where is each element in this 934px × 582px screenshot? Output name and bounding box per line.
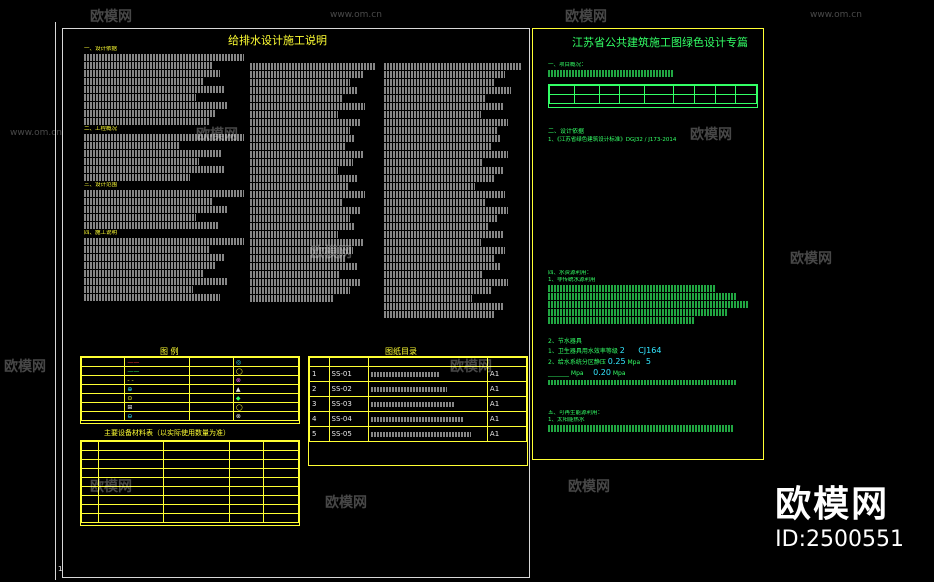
drawing-index-code: SS-02 xyxy=(328,381,369,397)
drawing-index-desc xyxy=(367,411,488,427)
section-item-number: 1 xyxy=(548,417,552,423)
left-sheet-outer-border xyxy=(55,22,57,580)
drawing-index-table: 1 SS-01 A1 2 SS-02 A1 3 SS-03 A1 4 SS-04 A1 5 SS-05 A1 xyxy=(308,356,528,466)
drawing-index-desc xyxy=(367,396,488,412)
watermark-brand-9: 欧模网 xyxy=(90,479,132,495)
design-notes-column-1: 一、设计依据 二、工程概况 三、设计范围 四、施工说明 xyxy=(84,46,244,302)
drawing-index-row: 5 SS-05 A1 xyxy=(309,426,528,442)
drawing-index-no: 5 xyxy=(309,426,330,442)
drawing-index-row: 4 SS-04 A1 xyxy=(309,411,528,427)
watermark-site-3: www.om.cn xyxy=(10,128,62,138)
drawing-index-size: A1 xyxy=(486,396,528,412)
drawing-index-desc xyxy=(367,381,488,397)
drawing-index-no: 1 xyxy=(309,366,330,382)
water-saving-section: 四、水资源利用： 1、非传统水源利用 xyxy=(548,270,758,325)
brand-logo-text: 欧模网 xyxy=(775,484,890,525)
drawing-index-row: 2 SS-02 A1 xyxy=(309,381,528,397)
drawing-index-no: 2 xyxy=(309,381,330,397)
page-number: 1 xyxy=(58,565,63,573)
drawing-index-code: SS-03 xyxy=(328,396,369,412)
drawing-index-no: 3 xyxy=(309,396,330,412)
design-notes-column-2 xyxy=(250,62,375,303)
legend-table: —— ◎ —— ◯ - - ⊗ ⊕ ▲ ⊙ ◆ ⊞ ◯ ⊖ ⊗ xyxy=(80,356,300,424)
standard-code: CJ164 xyxy=(638,346,662,355)
watermark-brand: 欧模网 xyxy=(90,9,132,25)
watermark-brand-11: 欧模网 xyxy=(568,479,610,495)
rainwater-section: 五、可再生能源利用： 1、太阳能热水 xyxy=(548,410,758,433)
brand-corner: 欧模网 ID:2500551 xyxy=(775,475,904,552)
right-sheet-title: 江苏省公共建筑施工图绿色设计专篇 xyxy=(572,36,748,49)
watermark-site: www.om.cn xyxy=(330,10,382,20)
drawing-index-row: 1 SS-01 A1 xyxy=(309,366,528,382)
watermark-brand-6: 欧模网 xyxy=(790,251,832,267)
drawing-index-row: 3 SS-03 A1 xyxy=(309,396,528,412)
watermark-brand-2: 欧模网 xyxy=(565,9,607,25)
cad-drawing-canvas: 1 给排水设计施工说明 一、设计依据 二、工程概况 三、设计范围 四、施工说明 xyxy=(0,0,934,582)
drawing-index-size: A1 xyxy=(486,366,528,382)
drawing-index-size: A1 xyxy=(486,411,528,427)
pressure-value-2: 5 xyxy=(645,357,651,366)
illegible-text xyxy=(370,371,440,377)
equipment-table-title: 主要设备材料表（以实际使用数量为准） xyxy=(104,429,230,437)
pressure-value-3: 0.20 xyxy=(593,368,611,377)
drawing-index-code: SS-05 xyxy=(328,426,369,442)
illegible-text xyxy=(370,431,472,437)
illegible-text xyxy=(370,416,464,422)
watermark-brand-4: 欧模网 xyxy=(690,127,732,143)
watermark-brand-8: 欧模网 xyxy=(450,359,492,375)
design-notes-column-3 xyxy=(384,62,522,319)
illegible-text xyxy=(370,386,448,392)
drawing-index-size: A1 xyxy=(486,426,528,442)
project-info: 一、项目概况： xyxy=(548,62,756,78)
drawing-index-no: 4 xyxy=(309,411,330,427)
watermark-brand-3: 欧模网 xyxy=(196,127,238,143)
water-efficiency-grade: 2 xyxy=(619,346,625,355)
pressure-values: 2、节水器具 1、卫生器具用水效率等级 2 CJ164 2、给水系统分区静压 0… xyxy=(548,336,758,386)
watermark-site-2: www.om.cn xyxy=(810,10,862,20)
drawing-index-code: SS-01 xyxy=(328,366,369,382)
project-info-table xyxy=(548,84,758,108)
drawing-index-size: A1 xyxy=(486,381,528,397)
watermark-brand-7: 欧模网 xyxy=(4,359,46,375)
watermark-brand-5: 欧模网 xyxy=(310,245,352,261)
watermark-brand-10: 欧模网 xyxy=(325,495,367,511)
drawing-index-code: SS-04 xyxy=(328,411,369,427)
drawing-index-desc xyxy=(367,426,488,442)
pressure-value-1: 0.25 xyxy=(607,357,626,366)
illegible-text xyxy=(370,401,456,407)
brand-id: ID:2500551 xyxy=(775,527,904,552)
